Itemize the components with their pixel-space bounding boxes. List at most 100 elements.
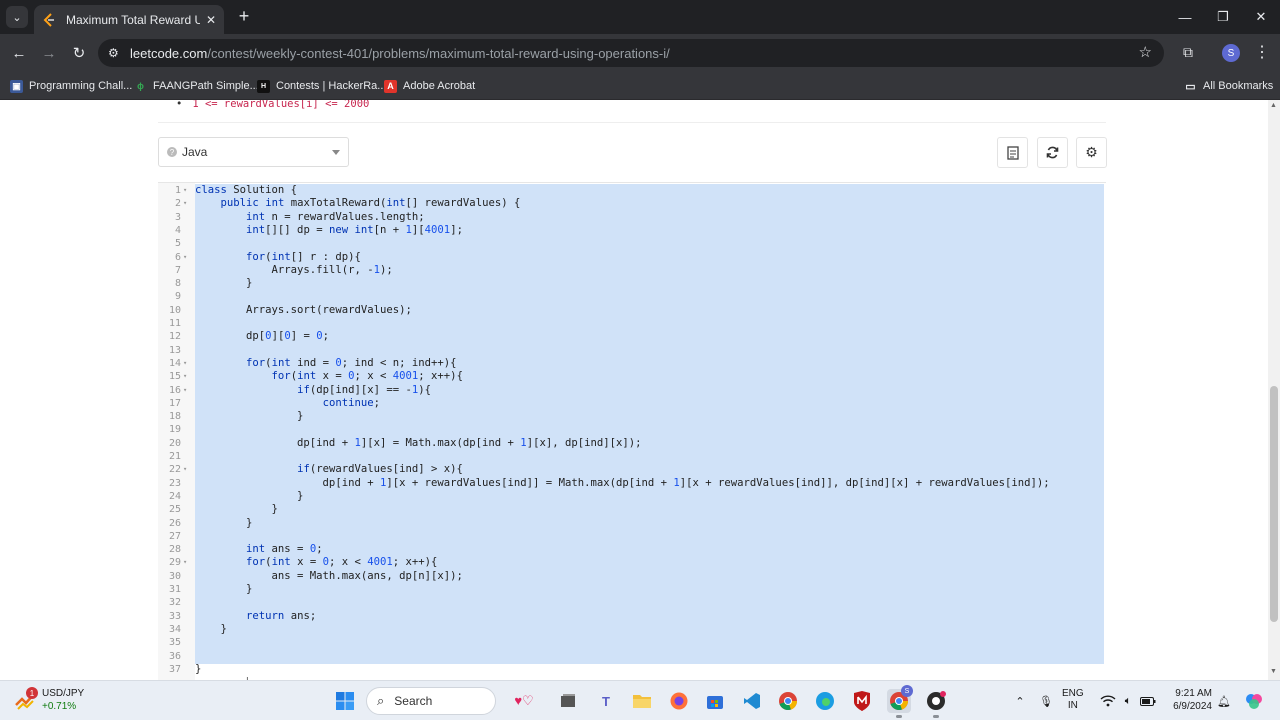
volume-muted-icon[interactable]: 🔈︎ — [1118, 681, 1138, 721]
new-tab-button[interactable]: + — [234, 6, 254, 26]
copilot-icon[interactable] — [1242, 689, 1266, 713]
battery-icon[interactable] — [1138, 681, 1158, 721]
chrome-profile-icon[interactable]: S — [887, 685, 913, 713]
profile-avatar[interactable]: S — [1222, 44, 1240, 62]
code-line[interactable]: 29 ▾ for(int x = 0; x < 4001; x++){ — [158, 556, 1106, 569]
code-line[interactable]: 10 Arrays.sort(rewardValues); — [158, 304, 1106, 317]
fold-arrow-icon[interactable]: ▾ — [183, 463, 187, 476]
bookmark-item[interactable]: A Adobe Acrobat — [384, 77, 475, 95]
code-line[interactable]: 37} — [158, 663, 1106, 676]
fold-arrow-icon[interactable]: ▾ — [183, 556, 187, 569]
code-line[interactable]: 3 int n = rewardValues.length; — [158, 211, 1106, 224]
taskbar-search[interactable]: ⌕ Search — [366, 687, 496, 715]
widget-hearts-icon[interactable]: ♥♡ — [504, 689, 544, 713]
github-desktop-icon[interactable] — [924, 689, 948, 713]
edge-icon[interactable] — [813, 689, 837, 713]
address-bar[interactable]: ⚙ leetcode.com/contest/weekly-contest-40… — [98, 39, 1164, 67]
code-line[interactable]: 34 } — [158, 623, 1106, 636]
show-hidden-icons[interactable]: ⌃ — [1010, 681, 1030, 721]
scroll-up-icon[interactable]: ▲ — [1270, 102, 1277, 109]
restore-button[interactable]: ❐ — [1204, 0, 1242, 34]
chrome-icon[interactable] — [776, 689, 800, 713]
stock-widget[interactable]: 1 USD/JPY +0.71% — [14, 687, 84, 713]
help-icon[interactable]: ? — [167, 147, 177, 157]
code-line[interactable]: 6 ▾ for(int[] r : dp){ — [158, 251, 1106, 264]
code-line[interactable]: 16 ▾ if(dp[ind][x] == -1){ — [158, 384, 1106, 397]
reload-icon[interactable]: ↻ — [68, 42, 90, 64]
code-line[interactable]: 17 continue; — [158, 397, 1106, 410]
code-line[interactable]: 32 — [158, 596, 1106, 609]
code-line[interactable]: 23 dp[ind + 1][x + rewardValues[ind]] = … — [158, 477, 1106, 490]
code-line[interactable]: 8 } — [158, 277, 1106, 290]
microphone-icon[interactable]: 🎙︎ — [1036, 681, 1056, 721]
scrollbar-thumb[interactable] — [1270, 386, 1278, 622]
all-bookmarks-button[interactable]: ▭ All Bookmarks — [1184, 77, 1273, 95]
notification-bell-icon[interactable]: 🔔︎ — [1214, 681, 1234, 721]
code-line[interactable]: 15 ▾ for(int x = 0; x < 4001; x++){ — [158, 370, 1106, 383]
code-line[interactable]: 24 } — [158, 490, 1106, 503]
bookmark-label: Contests | HackerRa... — [276, 80, 387, 92]
scroll-down-icon[interactable]: ▼ — [1270, 668, 1277, 675]
bookmark-item[interactable]: H Contests | HackerRa... — [257, 77, 386, 95]
code-line[interactable]: 28 int ans = 0; — [158, 543, 1106, 556]
vscode-icon[interactable] — [740, 689, 764, 713]
settings-button[interactable]: ⚙ — [1076, 137, 1107, 168]
windows-start-icon[interactable] — [333, 689, 357, 713]
system-clock[interactable]: 9:21 AM 6/9/2024 — [1164, 687, 1212, 713]
code-line[interactable]: 20 dp[ind + 1][x] = Math.max(dp[ind + 1]… — [158, 437, 1106, 450]
firefox-icon[interactable] — [667, 689, 691, 713]
language-select[interactable]: ? Java — [158, 137, 349, 167]
browser-menu-icon[interactable]: ⋮ — [1254, 42, 1270, 62]
bookmark-item[interactable]: ▣ Programming Chall... — [10, 77, 132, 95]
task-view-icon[interactable] — [556, 689, 580, 713]
code-line[interactable]: 19 — [158, 423, 1106, 436]
fold-arrow-icon[interactable]: ▾ — [183, 197, 187, 210]
code-line[interactable]: 1 ▾ class Solution { — [158, 184, 1106, 197]
site-info-icon[interactable]: ⚙ — [108, 46, 126, 60]
code-line[interactable]: 22 ▾ if(rewardValues[ind] > x){ — [158, 463, 1106, 476]
code-line[interactable]: 31 } — [158, 583, 1106, 596]
code-line[interactable]: 9 — [158, 290, 1106, 303]
forward-arrow-icon[interactable]: → — [38, 42, 60, 64]
fold-arrow-icon[interactable]: ▾ — [183, 384, 187, 397]
extensions-icon[interactable]: ⧉ — [1178, 42, 1198, 62]
code-line[interactable]: 18 } — [158, 410, 1106, 423]
code-line[interactable]: 26 } — [158, 517, 1106, 530]
code-line[interactable]: 35 — [158, 636, 1106, 649]
minimize-button[interactable]: — — [1166, 0, 1204, 34]
fold-arrow-icon[interactable]: ▾ — [183, 184, 187, 197]
tab-close-icon[interactable]: ✕ — [206, 13, 216, 27]
back-arrow-icon[interactable]: ← — [8, 42, 30, 64]
code-line[interactable]: 5 — [158, 237, 1106, 250]
teams-icon[interactable]: T — [594, 689, 618, 713]
fold-arrow-icon[interactable]: ▾ — [183, 370, 187, 383]
reset-code-button[interactable] — [1037, 137, 1068, 168]
tab-search-button[interactable]: ⌄ — [6, 6, 28, 28]
code-line[interactable]: 7 Arrays.fill(r, -1); — [158, 264, 1106, 277]
browser-tab[interactable]: Maximum Total Reward Using O ✕ — [34, 5, 224, 34]
close-window-button[interactable]: ✕ — [1242, 0, 1280, 34]
mcafee-icon[interactable] — [850, 689, 874, 713]
fold-arrow-icon[interactable]: ▾ — [183, 357, 187, 370]
notes-button[interactable] — [997, 137, 1028, 168]
code-line[interactable]: 36 — [158, 650, 1106, 663]
store-icon[interactable] — [703, 689, 727, 713]
fold-arrow-icon[interactable]: ▾ — [183, 251, 187, 264]
code-editor[interactable]: 1 ▾ class Solution {2 ▾ public int maxTotal… — [158, 182, 1106, 680]
input-language[interactable]: ENG IN — [1062, 688, 1084, 712]
code-line[interactable]: 13 — [158, 344, 1106, 357]
code-line[interactable]: 21 — [158, 450, 1106, 463]
code-line[interactable]: 30 ans = Math.max(ans, dp[n][x]); — [158, 570, 1106, 583]
bookmark-item[interactable]: ϕ FAANGPath Simple... — [134, 77, 259, 95]
code-line[interactable]: 4 int[][] dp = new int[n + 1][4001]; — [158, 224, 1106, 237]
code-line[interactable]: 11 — [158, 317, 1106, 330]
code-line[interactable]: 12 dp[0][0] = 0; — [158, 330, 1106, 343]
code-line[interactable]: 27 — [158, 530, 1106, 543]
file-explorer-icon[interactable] — [630, 689, 654, 713]
code-line[interactable]: 2 ▾ public int maxTotalReward(int[] rewar… — [158, 197, 1106, 210]
code-line[interactable]: 33 return ans; — [158, 610, 1106, 623]
wifi-icon[interactable] — [1098, 681, 1118, 721]
code-line[interactable]: 25 } — [158, 503, 1106, 516]
bookmark-star-icon[interactable]: ☆ — [1139, 43, 1152, 61]
code-line[interactable]: 14 ▾ for(int ind = 0; ind < n; ind++){ — [158, 357, 1106, 370]
